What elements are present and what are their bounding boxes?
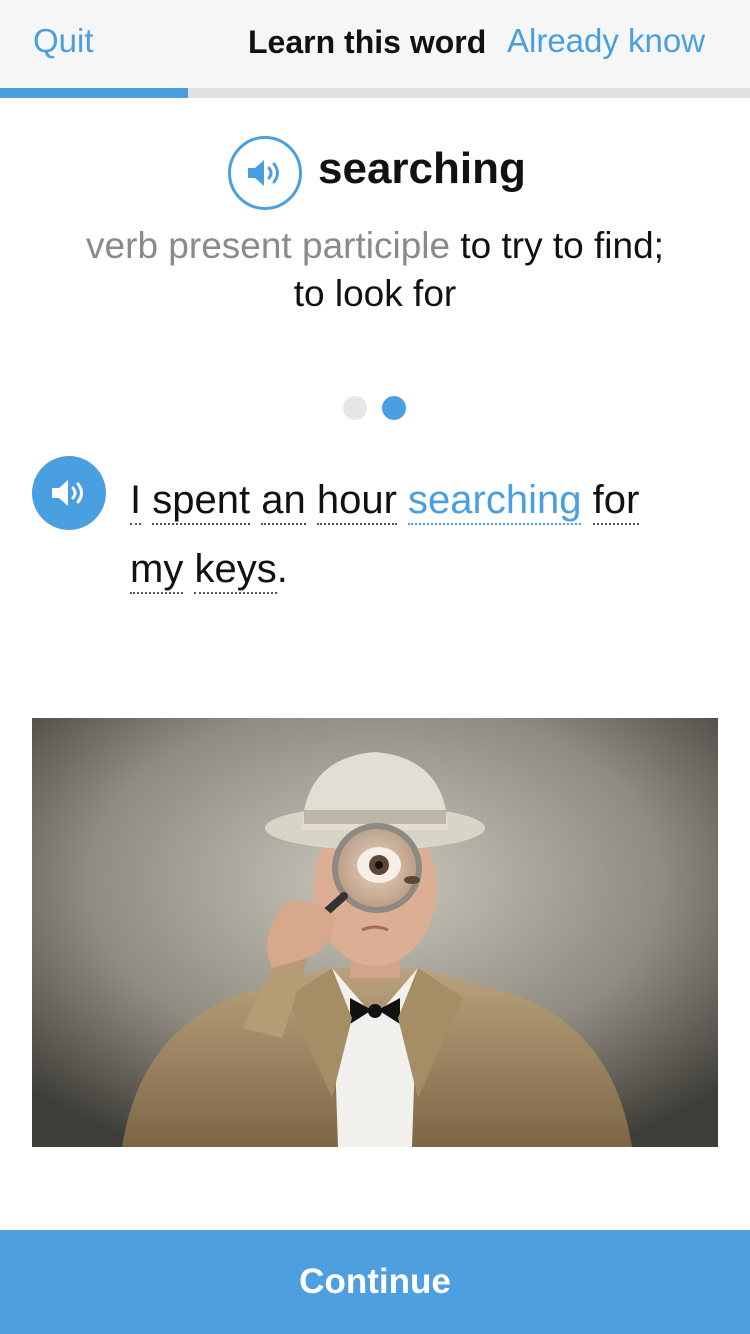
word-definition: verb present participle to try to find; … — [40, 222, 710, 318]
sentence-word-highlighted[interactable]: searching — [408, 478, 582, 525]
word-audio-button[interactable] — [228, 136, 302, 210]
quit-button[interactable]: Quit — [33, 22, 94, 60]
example-sentence: I spent an hour searching for my keys. — [130, 466, 710, 604]
page-title: Learn this word — [248, 24, 487, 60]
continue-button[interactable]: Continue — [0, 1230, 750, 1334]
page-dot-2-active[interactable] — [382, 396, 406, 420]
page-indicator — [343, 396, 407, 420]
already-know-button[interactable]: Already know — [507, 22, 705, 60]
vocabulary-word: searching — [318, 144, 526, 193]
progress-bar — [0, 88, 750, 98]
part-of-speech: verb present participle — [86, 225, 451, 266]
word-illustration — [32, 718, 718, 1147]
definition-text-line2: to look for — [293, 273, 457, 314]
sentence-word[interactable]: hour — [316, 478, 397, 525]
sentence-word[interactable]: I — [130, 478, 142, 525]
definition-text-line1: to try to find; — [460, 225, 664, 266]
progress-bar-fill — [0, 88, 188, 98]
sentence-word[interactable]: an — [261, 478, 306, 525]
learn-word-screen: Quit Learn this word Already know search… — [0, 0, 750, 1334]
sentence-audio-button[interactable] — [32, 456, 106, 530]
sentence-punctuation: . — [276, 547, 288, 591]
page-dot-1[interactable] — [343, 396, 367, 420]
sentence-word[interactable]: my — [130, 547, 184, 594]
sentence-word[interactable]: keys — [194, 547, 277, 594]
sentence-word[interactable]: spent — [152, 478, 251, 525]
sentence-word[interactable]: for — [592, 478, 640, 525]
speaker-icon — [248, 160, 279, 186]
top-nav-bar: Quit Learn this word Already know — [0, 0, 750, 88]
speaker-icon — [52, 480, 83, 506]
detective-with-magnifying-glass-image — [32, 718, 718, 1147]
